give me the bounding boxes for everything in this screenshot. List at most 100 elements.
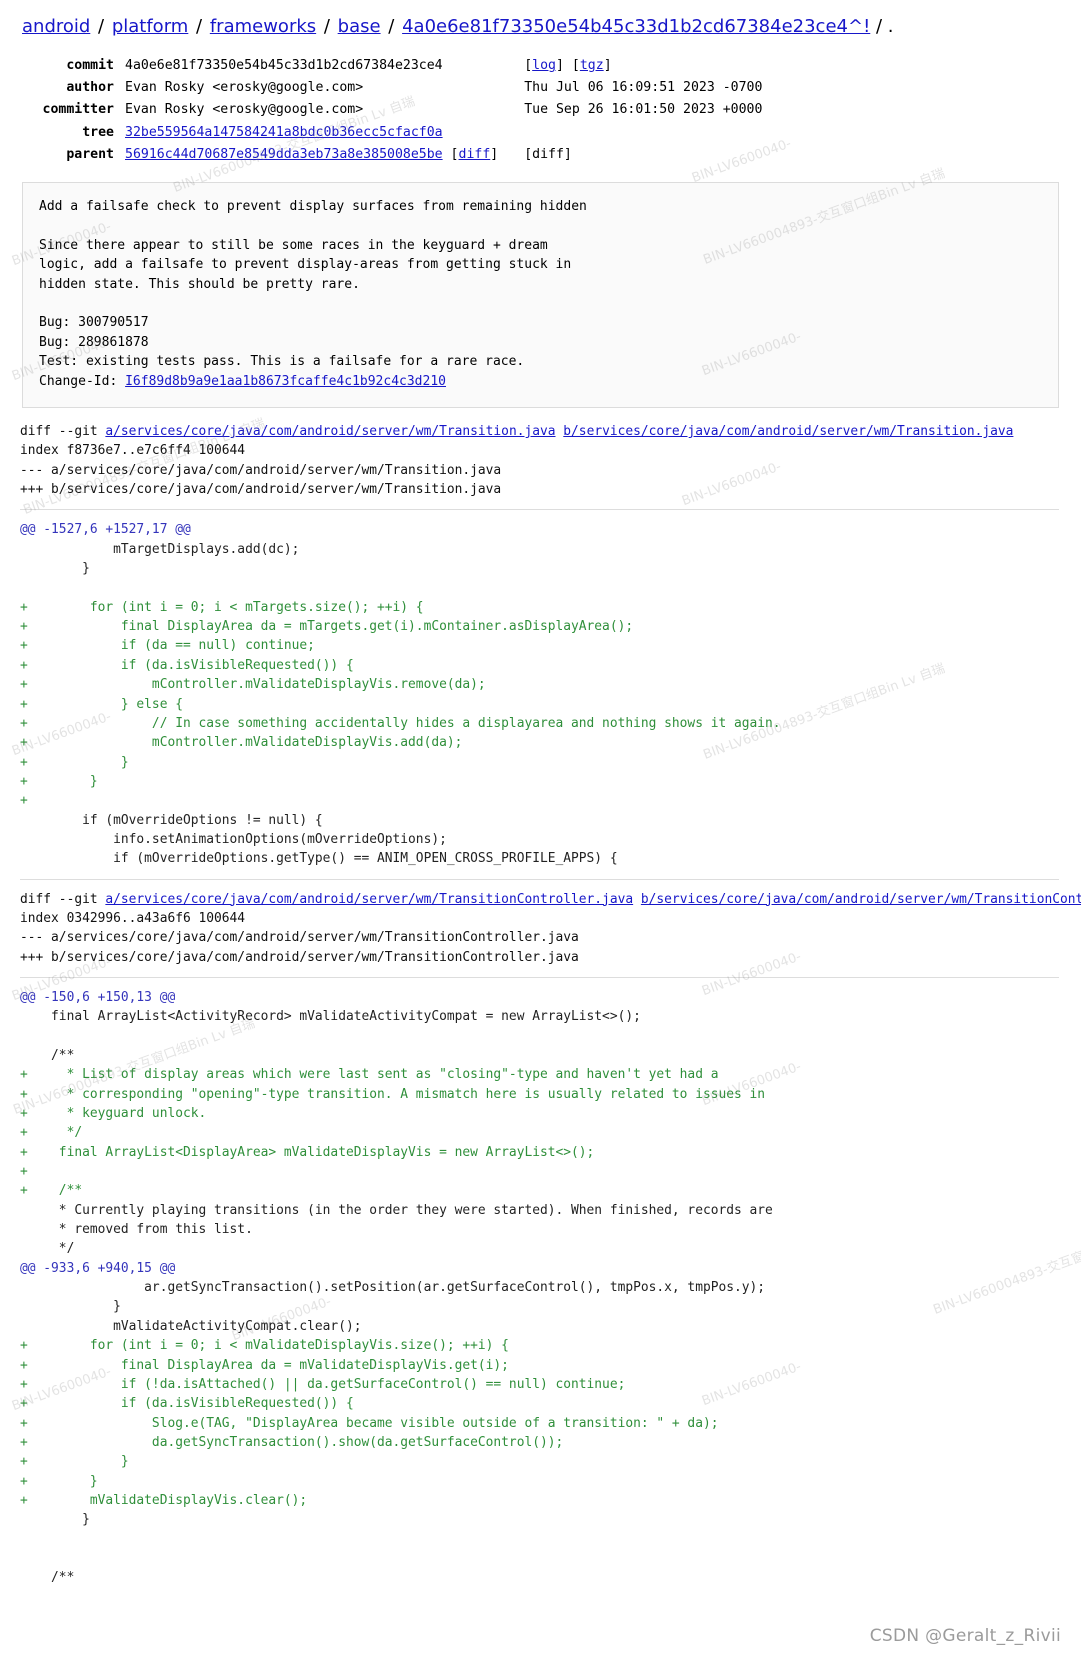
breadcrumb-link-0[interactable]: android: [22, 16, 90, 37]
commit-meta-side-tree: [524, 122, 762, 144]
diff-index-line: index 0342996..a43a6f6 100644: [20, 910, 246, 926]
diff-line-context: * removed from this list.: [20, 1222, 253, 1238]
diff-git-prefix: diff --git: [20, 891, 106, 907]
diff-path-a-link[interactable]: a/services/core/java/com/android/server/…: [105, 424, 555, 439]
diff-line-context: mTargetDisplays.add(dc);: [20, 541, 300, 557]
diff-line-added: + mController.mValidateDisplayVis.remove…: [20, 677, 486, 693]
diff-line-added: + // In case something accidentally hide…: [20, 715, 781, 731]
diff-line-added: + }: [20, 1454, 129, 1470]
diff-line-context: if (mOverrideOptions != null) {: [20, 812, 323, 828]
bracket-open: [: [524, 58, 533, 73]
diff-git-header: diff --git a/services/core/java/com/andr…: [20, 890, 1081, 909]
commit-meta-value-author: Evan Rosky <erosky@google.com>: [125, 80, 364, 96]
bracket-close: ]: [556, 58, 564, 73]
change-id-label: Change-Id:: [39, 373, 126, 389]
commit-meta-side-commit: [log] [tgz]: [524, 55, 762, 77]
breadcrumb-separator: /: [92, 16, 110, 37]
bracket-close: ]: [490, 146, 499, 162]
change-id-line: Change-Id: I6f89d8b9a9e1aa1b8673fcaffe4c…: [39, 372, 1042, 391]
commit-meta-side-committer: Tue Sep 26 16:01:50 2023 +0000: [524, 102, 763, 118]
commit-meta-row: tree 32be559564a147584241a8bdc0b36ecc5cfa…: [22, 122, 762, 144]
bracket-open: [: [450, 146, 459, 162]
diff-line-added: + * corresponding "opening"-type transit…: [20, 1086, 766, 1102]
diff-separator: [20, 509, 1059, 511]
diff-line-context: ar.getSyncTransaction().setPosition(ar.g…: [20, 1280, 766, 1296]
diff-line-context: mValidateActivityCompat.clear();: [20, 1318, 362, 1334]
commit-message-box: Add a failsafe check to prevent display …: [22, 182, 1059, 409]
diff-separator: [20, 878, 1059, 880]
commit-meta-action-diff[interactable]: diff: [459, 147, 491, 162]
commit-metadata-table: commit 4a0e6e81f73350e54b45c33d1b2cd67384…: [22, 55, 763, 166]
commit-body-line: [39, 216, 1042, 235]
commit-body-line: [39, 294, 1042, 313]
diff-line-added: + }: [20, 754, 129, 770]
breadcrumb-separator: /: [318, 16, 336, 37]
diff-path-b-link[interactable]: b/services/core/java/com/android/server/…: [641, 892, 1081, 907]
diff-line-context: [20, 1530, 1081, 1549]
commit-meta-value-commit: 4a0e6e81f73350e54b45c33d1b2cd67384e23ce4: [125, 58, 443, 73]
diff-git-header: diff --git a/services/core/java/com/andr…: [20, 422, 1081, 441]
diff-plus-file: +++ b/services/core/java/com/android/ser…: [20, 949, 579, 965]
diff-line-added: + }: [20, 1473, 98, 1489]
commit-body-line: Since there appear to still be some race…: [39, 237, 548, 253]
diff-line-added: + final ArrayList<DisplayArea> mValidate…: [20, 1144, 595, 1160]
diff-line-added: + final DisplayArea da = mTargets.get(i)…: [20, 619, 634, 635]
breadcrumb-link-3[interactable]: base: [338, 16, 381, 37]
diff-hunk-header: @@ -1527,6 +1527,17 @@: [20, 522, 191, 538]
diff-line-context: info.setAnimationOptions(mOverrideOption…: [20, 831, 447, 847]
bracket-close: ]: [603, 58, 612, 73]
diff-hunk-header: @@ -150,6 +150,13 @@: [20, 989, 176, 1005]
diff-line-added: + if (da.isVisibleRequested()) {: [20, 657, 354, 673]
commit-meta-value-parent[interactable]: 56916c44d70687e8549dda3eb73a8e385008e5be…: [125, 144, 524, 166]
commit-body-line: Test: existing tests pass. This is a fai…: [39, 354, 525, 370]
diff-minus-file: --- a/services/core/java/com/android/ser…: [20, 462, 502, 478]
diff-plus-file: +++ b/services/core/java/com/android/ser…: [20, 482, 502, 498]
diff-line-added: + /**: [20, 1183, 83, 1199]
diff-separator: [20, 976, 1059, 978]
diff-line-context: [20, 1549, 1081, 1568]
commit-meta-value-tree[interactable]: 32be559564a147584241a8bdc0b36ecc5cfacf0a: [125, 122, 524, 144]
diff-line-added: + mValidateDisplayVis.clear();: [20, 1492, 308, 1508]
breadcrumb-link-1[interactable]: platform: [112, 16, 188, 37]
commit-meta-side-author: Thu Jul 06 16:09:51 2023 -0700: [524, 80, 763, 96]
diff-line-added: + } else {: [20, 696, 183, 712]
diff-line-added: + da.getSyncTransaction().show(da.getSur…: [20, 1434, 564, 1450]
diff-path-a-link[interactable]: a/services/core/java/com/android/server/…: [105, 892, 633, 907]
diff-line-added: + for (int i = 0; i < mTargets.size(); +…: [20, 599, 424, 615]
csdn-credit: CSDN @Geralt_z_Rivii: [869, 1626, 1061, 1646]
change-id-link[interactable]: I6f89d8b9a9e1aa1b8673fcaffe4c1b92c4c3d21…: [125, 374, 446, 389]
diff-line-context: if (mOverrideOptions.getType() == ANIM_O…: [20, 851, 618, 867]
diff-container: diff --git a/services/core/java/com/andr…: [0, 422, 1081, 1588]
diff-line-added: +: [20, 1164, 28, 1180]
diff-line-added: + mController.mValidateDisplayVis.add(da…: [20, 735, 463, 751]
diff-minus-file: --- a/services/core/java/com/android/ser…: [20, 930, 579, 946]
commit-meta-key-commit: commit: [66, 58, 114, 73]
commit-meta-side-parent: [diff]: [524, 146, 572, 162]
diff-line-added: +: [20, 793, 28, 809]
diff-line-context: final ArrayList<ActivityRecord> mValidat…: [20, 1009, 641, 1025]
commit-meta-key-author: author: [66, 80, 114, 96]
commit-meta-link-parent[interactable]: 56916c44d70687e8549dda3eb73a8e385008e5be: [125, 147, 443, 162]
breadcrumb-link-4[interactable]: 4a0e6e81f73350e54b45c33d1b2cd67384e23ce4…: [402, 16, 870, 37]
diff-line-added: + if (da.isVisibleRequested()) {: [20, 1396, 354, 1412]
commit-meta-link-tree[interactable]: 32be559564a147584241a8bdc0b36ecc5cfacf0a: [125, 125, 443, 140]
diff-git-prefix: diff --git: [20, 424, 106, 440]
diff-line-added: + }: [20, 773, 98, 789]
commit-meta-key-committer: committer: [42, 102, 114, 118]
commit-body-line: hidden state. This should be pretty rare…: [39, 276, 360, 292]
diff-line-added: + if (da == null) continue;: [20, 638, 315, 654]
diff-line-added: + * List of display areas which were las…: [20, 1067, 719, 1083]
commit-meta-row: commit 4a0e6e81f73350e54b45c33d1b2cd67384…: [22, 55, 762, 77]
diff-index-line: index f8736e7..e7c6ff4 100644: [20, 443, 246, 459]
commit-meta-action-log[interactable]: log: [532, 58, 556, 73]
diff-line-added: + final DisplayArea da = mValidateDispla…: [20, 1357, 509, 1373]
commit-meta-key-tree: tree: [82, 124, 114, 140]
breadcrumb-link-2[interactable]: frameworks: [210, 16, 316, 37]
commit-meta-key-parent: parent: [66, 146, 114, 162]
diff-line-added: + * keyguard unlock.: [20, 1106, 207, 1122]
commit-meta-action-tgz[interactable]: tgz: [580, 58, 604, 73]
diff-line-added: + Slog.e(TAG, "DisplayArea became visibl…: [20, 1415, 719, 1431]
commit-meta-row: committer Evan Rosky <erosky@google.com> T…: [22, 99, 763, 121]
diff-path-b-link[interactable]: b/services/core/java/com/android/server/…: [563, 424, 1013, 439]
breadcrumb-trailing: / .: [870, 16, 894, 37]
